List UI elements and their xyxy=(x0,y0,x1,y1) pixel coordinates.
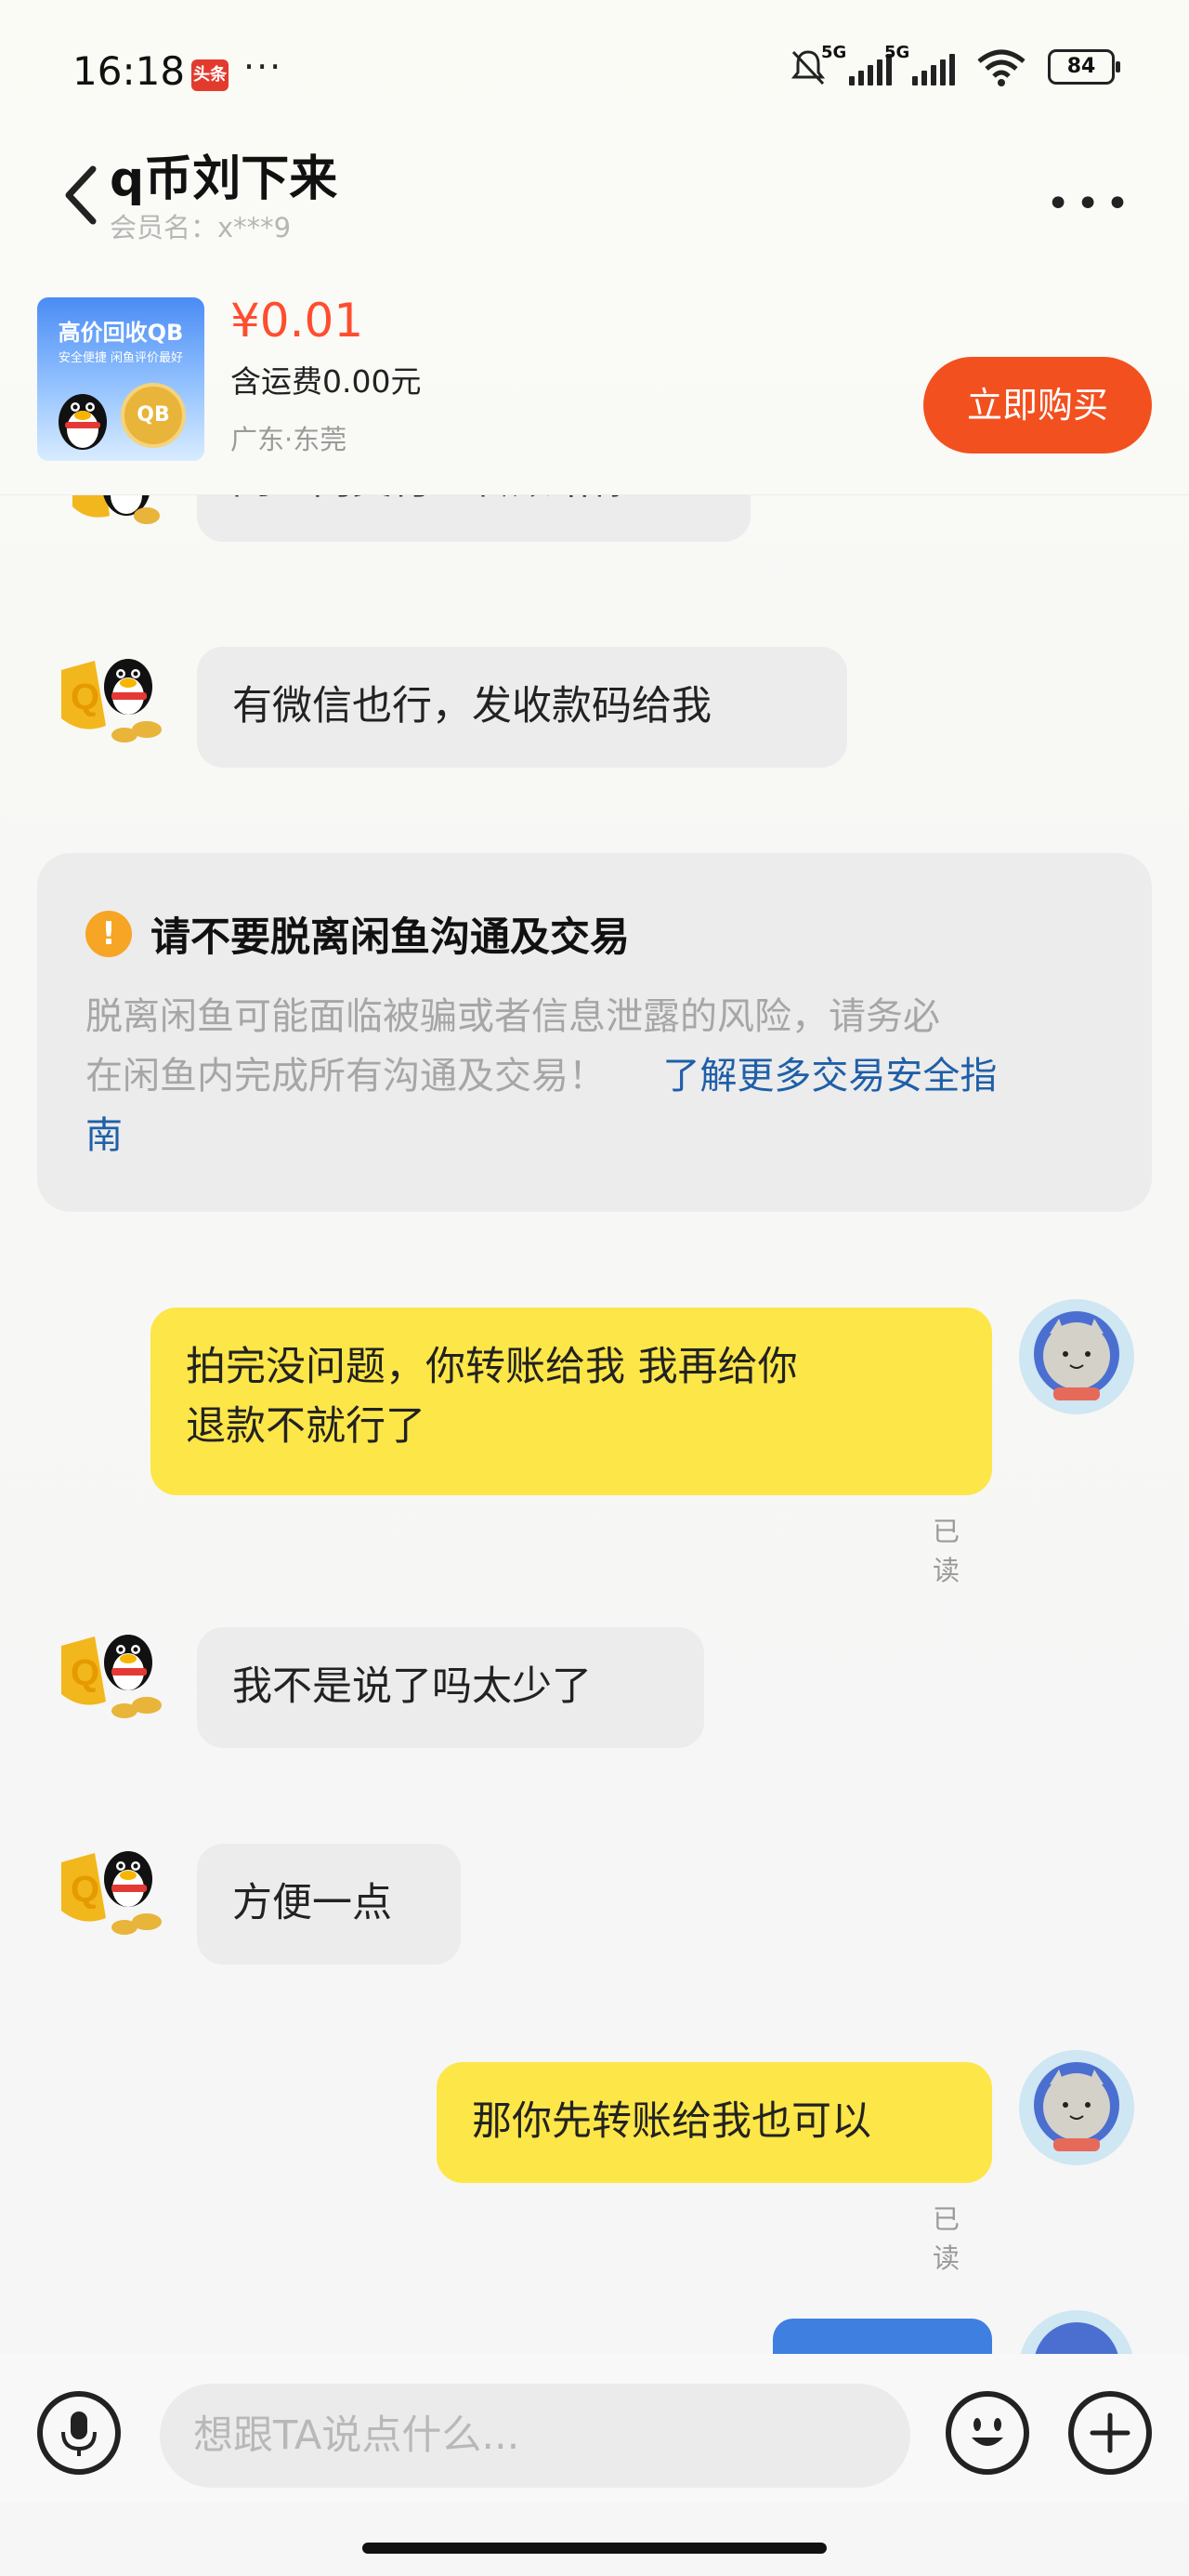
more-options-icon[interactable]: ••• xyxy=(1046,180,1135,228)
microphone-icon[interactable] xyxy=(37,2391,121,2475)
my-avatar[interactable] xyxy=(1016,2047,1137,2168)
system-icons: 5G 5G 84 xyxy=(788,43,1120,87)
battery-icon: 84 xyxy=(1048,49,1120,85)
my-avatar[interactable] xyxy=(1016,1296,1137,1417)
safety-warning-card: ! 请不要脱离闲鱼沟通及交易 脱离闲鱼可能面临被骗或者信息泄露的风险，请务必 在… xyxy=(37,853,1152,1212)
signal-5g-2-icon: 5G xyxy=(884,43,955,85)
wifi-icon xyxy=(977,49,1026,86)
read-receipt: 已读 xyxy=(933,2203,960,2274)
safety-guide-link-cont[interactable]: 南 xyxy=(85,1114,123,1157)
product-thumbnail[interactable]: 高价回收QB 安全便捷 闲鱼评价最好 QB xyxy=(37,297,204,461)
product-price: ¥0.01 xyxy=(230,294,364,348)
seller-avatar[interactable] xyxy=(54,495,165,542)
more-notifications-icon: ··· xyxy=(243,46,283,87)
shipping-fee: 含运费0.00元 xyxy=(230,363,422,400)
seller-avatar[interactable]: Q xyxy=(54,644,165,756)
warning-title: 请不要脱离闲鱼沟通及交易 xyxy=(150,914,630,961)
screenshot-image-message[interactable] xyxy=(773,2319,992,2354)
status-bar: 16:18 头条 ··· 5G 5G 84 xyxy=(0,0,1189,139)
chat-header: q币刘下来 会员名：x***9 ••• xyxy=(0,139,1189,251)
warning-body-line2: 在闲鱼内完成所有沟通及交易！ xyxy=(85,1055,606,1097)
message-line2: 退款不就行了 xyxy=(186,1403,425,1450)
message-bubble[interactable]: 我不是说了吗太少了 xyxy=(197,1627,704,1748)
chat-messages[interactable]: 闲鱼内支付宝转账给你 Q 有微信也行，发收款码给我 ! 请不要脱离闲鱼沟通及交易… xyxy=(0,495,1189,2354)
chat-title: q币刘下来 xyxy=(110,151,338,207)
penguin-icon xyxy=(59,394,107,450)
seller-avatar[interactable]: Q xyxy=(54,1620,165,1731)
message-bubble[interactable]: 闲鱼内支付宝转账给你 xyxy=(197,495,751,542)
warning-title-row: ! 请不要脱离闲鱼沟通及交易 xyxy=(85,905,1104,963)
buy-now-button[interactable]: 立即购买 xyxy=(923,357,1152,453)
message-input[interactable]: 想跟TA说点什么... xyxy=(160,2384,910,2488)
home-indicator[interactable] xyxy=(362,2543,827,2554)
product-location: 广东·东莞 xyxy=(230,424,347,455)
back-arrow-icon[interactable] xyxy=(54,158,110,232)
toutiao-app-icon: 头条 xyxy=(191,59,229,91)
svg-text:Q: Q xyxy=(71,1652,99,1693)
message-bubble[interactable]: 方便一点 xyxy=(197,1844,461,1965)
my-avatar[interactable] xyxy=(1016,2307,1137,2354)
warning-body-line1: 脱离闲鱼可能面临被骗或者信息泄露的风险，请务必 xyxy=(85,995,940,1038)
message-bubble[interactable]: 拍完没问题，你转账给我 我再给你 退款不就行了 xyxy=(150,1308,992,1495)
thumbnail-title: 高价回收QB xyxy=(58,320,184,346)
exclamation-icon: ! xyxy=(85,911,132,957)
svg-text:Q: Q xyxy=(71,677,99,717)
emoji-icon[interactable] xyxy=(946,2391,1029,2475)
qb-coin-icon: QB xyxy=(121,383,186,448)
product-card[interactable]: 高价回收QB 安全便捷 闲鱼评价最好 QB ¥0.01 含运费0.00元 广东·… xyxy=(0,279,1189,495)
message-line1: 拍完没问题，你转账给我 我再给你 xyxy=(186,1344,798,1390)
warning-body: 脱离闲鱼可能面临被骗或者信息泄露的风险，请务必 在闲鱼内完成所有沟通及交易！ 了… xyxy=(85,987,1104,1165)
svg-text:Q: Q xyxy=(71,1869,99,1910)
read-receipt: 已读 xyxy=(933,1516,960,1586)
seller-avatar[interactable]: Q xyxy=(54,1836,165,1948)
message-bubble[interactable]: 那你先转账给我也可以 xyxy=(437,2062,992,2183)
member-name: 会员名：x***9 xyxy=(110,212,292,243)
message-input-bar: 想跟TA说点什么... xyxy=(0,2354,1189,2503)
message-bubble[interactable]: 有微信也行，发收款码给我 xyxy=(197,647,847,768)
safety-guide-link[interactable]: 了解更多交易安全指 xyxy=(662,1055,997,1097)
status-time: 16:18 xyxy=(72,48,186,94)
thumbnail-subtitle: 安全便捷 闲鱼评价最好 xyxy=(58,351,184,365)
add-attachment-icon[interactable] xyxy=(1068,2391,1152,2475)
